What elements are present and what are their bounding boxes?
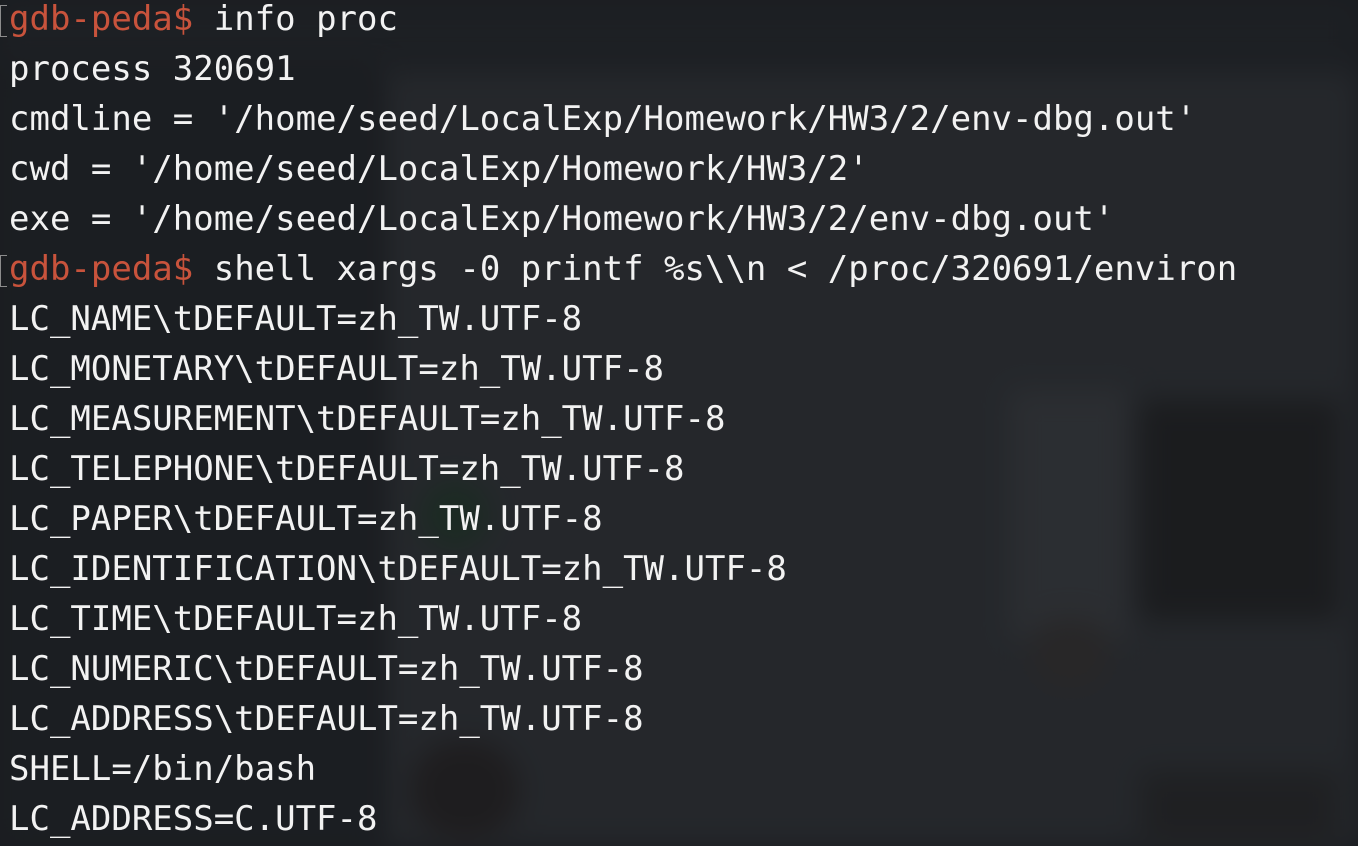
terminal-window[interactable]: gdb-peda$ info proc process 320691 cmdli… xyxy=(0,0,1358,846)
terminal-line: LC_ADDRESS=C.UTF-8 xyxy=(9,799,378,839)
command-text: info proc xyxy=(213,0,398,39)
terminal-line: gdb-peda$ shell xargs -0 printf %s\\n < … xyxy=(9,244,1237,294)
prompt-marker xyxy=(0,5,7,37)
terminal-line: gdb-peda$ info proc xyxy=(9,0,398,44)
terminal-line: exe = '/home/seed/LocalExp/Homework/HW3/… xyxy=(9,199,1115,239)
gdb-prompt: gdb-peda$ xyxy=(9,0,194,39)
terminal-line: process 320691 xyxy=(9,49,296,89)
terminal-line: LC_MONETARY\tDEFAULT=zh_TW.UTF-8 xyxy=(9,349,665,389)
terminal-line: SHELL=/bin/bash xyxy=(9,749,317,789)
terminal-line: cwd = '/home/seed/LocalExp/Homework/HW3/… xyxy=(9,149,869,189)
prompt-marker xyxy=(0,255,7,287)
terminal-line: cmdline = '/home/seed/LocalExp/Homework/… xyxy=(9,99,1197,139)
terminal-line: LC_ADDRESS\tDEFAULT=zh_TW.UTF-8 xyxy=(9,699,644,739)
terminal-line: LC_MEASUREMENT\tDEFAULT=zh_TW.UTF-8 xyxy=(9,399,726,439)
terminal-line: LC_PAPER\tDEFAULT=zh_TW.UTF-8 xyxy=(9,499,603,539)
command-text: shell xargs -0 printf %s\\n < /proc/3206… xyxy=(213,249,1238,289)
gdb-prompt: gdb-peda$ xyxy=(9,249,194,289)
terminal-line: LC_TELEPHONE\tDEFAULT=zh_TW.UTF-8 xyxy=(9,449,685,489)
terminal-line: LC_NAME\tDEFAULT=zh_TW.UTF-8 xyxy=(9,299,583,339)
terminal-line: LC_NUMERIC\tDEFAULT=zh_TW.UTF-8 xyxy=(9,649,644,689)
terminal-line: LC_TIME\tDEFAULT=zh_TW.UTF-8 xyxy=(9,599,583,639)
terminal-line: LC_IDENTIFICATION\tDEFAULT=zh_TW.UTF-8 xyxy=(9,549,787,589)
